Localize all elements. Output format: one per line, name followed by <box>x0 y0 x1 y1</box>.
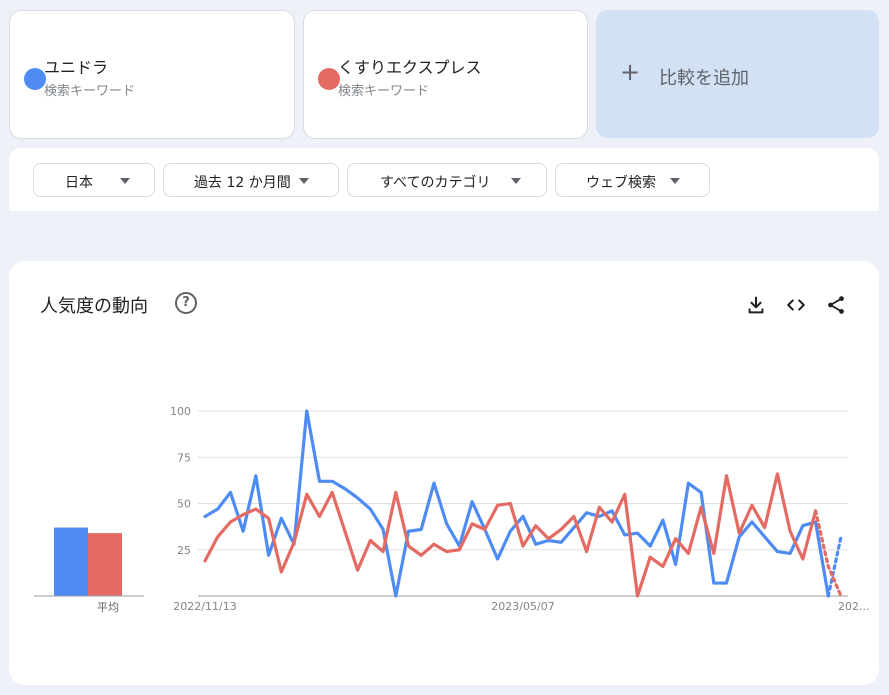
x-tick-label: 2022/11/13 <box>173 600 236 613</box>
y-tick-label: 50 <box>177 498 191 511</box>
average-bar-1 <box>54 527 88 596</box>
average-bar-2 <box>88 533 122 596</box>
x-tick-label: 2023/05/07 <box>491 600 554 613</box>
y-tick-label: 25 <box>177 544 191 557</box>
y-tick-label: 100 <box>170 405 191 418</box>
series-partial-line-1 <box>826 535 843 598</box>
y-tick-label: 75 <box>177 451 191 464</box>
x-tick-label: 202... <box>838 600 870 613</box>
interest-over-time-chart: 25 50 75 100 2022/11/13 2023/05/07 202... <box>34 405 870 613</box>
